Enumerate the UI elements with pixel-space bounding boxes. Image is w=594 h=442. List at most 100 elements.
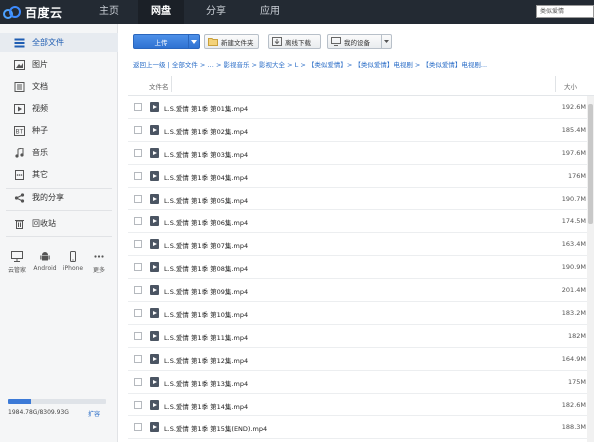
nav-tab-home[interactable]: 主页 [86,0,132,24]
sidebar-item-other[interactable]: 其它 [0,165,118,184]
file-name[interactable]: L.S.爱情 第1季 第01集.mp4 [164,103,248,113]
brand-logo[interactable]: 百度云 [2,3,63,21]
chevron-down-icon[interactable] [381,35,391,48]
offline-download-button[interactable]: 离线下载 [268,34,321,49]
file-name[interactable]: L.S.爱情 第1季 第03集.mp4 [164,149,248,159]
sidebar-item-label: 图片 [32,60,48,69]
brand-name: 百度云 [25,5,63,20]
video-file-icon [150,353,159,364]
sidebar-item-label: 其它 [32,170,48,179]
row-checkbox[interactable] [134,309,142,318]
device-label: 更多 [92,267,105,274]
video-file-icon [150,170,159,181]
table-row[interactable]: L.S.爱情 第1季 第09集.mp4 201.4M [128,279,594,303]
file-name[interactable]: L.S.爱情 第1季 第13集.mp4 [164,378,248,388]
table-row[interactable]: L.S.爱情 第1季 第07集.mp4 163.4M [128,233,594,257]
table-row[interactable]: L.S.爱情 第1季 第06集.mp4 174.5M [128,210,594,234]
nav-tab-share[interactable]: 分享 [193,0,239,24]
column-header-name[interactable]: 文件名 [149,81,169,91]
sidebar-item-images[interactable]: 图片 [0,55,118,74]
column-header-size[interactable]: 大小 [564,81,577,91]
row-checkbox[interactable] [134,148,142,157]
nav-tab-apps[interactable]: 应用 [247,0,293,24]
video-file-icon [150,262,159,273]
file-name[interactable]: L.S.爱情 第1季 第14集.mp4 [164,401,248,411]
video-file-icon [150,330,159,341]
file-size: 163.4M [561,240,586,249]
other-icon [14,169,25,180]
sidebar-item-label: 全部文件 [32,38,64,47]
file-name[interactable]: L.S.爱情 第1季 第12集.mp4 [164,355,248,365]
row-checkbox[interactable] [134,423,142,432]
video-file-icon [150,216,159,227]
sidebar-item-my-shares[interactable]: 我的分享 [0,188,118,207]
video-icon [14,103,25,114]
video-file-icon [150,147,159,158]
row-checkbox[interactable] [134,331,142,340]
file-name[interactable]: L.S.爱情 第1季 第05集.mp4 [164,195,248,205]
device-more[interactable]: 更多 [85,251,113,274]
row-checkbox[interactable] [134,240,142,249]
table-row[interactable]: L.S.爱情 第1季 第03集.mp4 197.6M [128,142,594,165]
column-divider [555,76,556,92]
table-row[interactable]: L.S.爱情 第1季 第04集.mp4 176M [128,165,594,188]
upload-button[interactable]: 上传 [133,34,200,49]
table-row[interactable]: L.S.爱情 第1季 第13集.mp4 175M [128,371,594,394]
row-checkbox[interactable] [134,103,142,111]
offline-download-label: 离线下载 [285,38,311,47]
file-name[interactable]: L.S.爱情 第1季 第04集.mp4 [164,172,248,182]
nav-tab-netdisk[interactable]: 网盘 [138,0,184,24]
row-checkbox[interactable] [134,217,142,226]
file-size: 175M [567,377,586,386]
row-checkbox[interactable] [134,286,142,295]
table-row[interactable]: L.S.爱情 第1季 第14集.mp4 182.6M [128,394,594,417]
expand-storage-link[interactable]: 扩容 [88,409,100,418]
file-name[interactable]: L.S.爱情 第1季 第02集.mp4 [164,126,248,136]
file-name[interactable]: L.S.爱情 第1季 第15集(END).mp4 [164,423,267,433]
search-input[interactable]: 类似爱情 [536,5,594,18]
table-row[interactable]: L.S.爱情 第1季 第02集.mp4 185.4M [128,119,594,142]
device-iphone[interactable]: iPhone [59,251,87,272]
row-checkbox[interactable] [134,125,142,134]
row-checkbox[interactable] [134,263,142,272]
table-row[interactable]: L.S.爱情 第1季 第15集(END).mp4 188.3M [128,416,594,440]
table-row[interactable]: L.S.爱情 第1季 第08集.mp4 190.9M [128,256,594,280]
file-name[interactable]: L.S.爱情 第1季 第10集.mp4 [164,309,248,319]
new-folder-button[interactable]: 新建文件夹 [204,34,259,49]
scrollbar-thumb[interactable] [588,104,593,224]
video-file-icon [150,422,159,433]
sidebar-item-documents[interactable]: 文档 [0,77,118,96]
row-checkbox[interactable] [134,194,142,203]
table-row[interactable]: L.S.爱情 第1季 第12集.mp4 164.9M [128,348,594,371]
scrollbar[interactable] [587,96,594,442]
device-label: iPhone [62,265,84,272]
table-row[interactable]: L.S.爱情 第1季 第11集.mp4 182M [128,325,594,348]
table-row[interactable]: L.S.爱情 第1季 第10集.mp4 183.2M [128,302,594,325]
breadcrumb[interactable]: 返回上一级 | 全部文件 > … > 影视音乐 > 影视大全 > L > 【类似… [133,59,593,69]
row-checkbox[interactable] [134,400,142,409]
file-name[interactable]: L.S.爱情 第1季 第06集.mp4 [164,217,248,227]
row-checkbox[interactable] [134,377,142,386]
storage-quota-text: 1984.78G/8309.93G [8,409,69,416]
my-devices-button[interactable]: 我的设备 [327,34,392,49]
phone-icon [70,251,76,262]
table-row[interactable]: L.S.爱情 第1季 第05集.mp4 190.7M [128,188,594,211]
sidebar-item-music[interactable]: 音乐 [0,143,118,162]
sidebar-item-videos[interactable]: 视频 [0,99,118,118]
sidebar-item-all-files[interactable]: 全部文件 [0,33,118,52]
chevron-down-icon[interactable] [188,35,199,48]
row-checkbox[interactable] [134,171,142,180]
file-name[interactable]: L.S.爱情 第1季 第07集.mp4 [164,240,248,250]
device-cloud-manager[interactable]: 云管家 [3,251,31,274]
row-checkbox[interactable] [134,354,142,363]
trash-icon [14,218,25,229]
sidebar-item-recycle-bin[interactable]: 回收站 [0,214,118,233]
sidebar-item-torrents[interactable]: BT 种子 [0,121,118,140]
table-row[interactable]: L.S.爱情 第1季 第01集.mp4 192.6M [128,96,594,119]
file-name[interactable]: L.S.爱情 第1季 第08集.mp4 [164,263,248,273]
device-android[interactable]: Android [31,251,59,272]
file-name[interactable]: L.S.爱情 第1季 第09集.mp4 [164,286,248,296]
storage-quota-fill [8,399,32,404]
file-name[interactable]: L.S.爱情 第1季 第11集.mp4 [164,332,248,342]
file-size: 192.6M [561,103,586,111]
